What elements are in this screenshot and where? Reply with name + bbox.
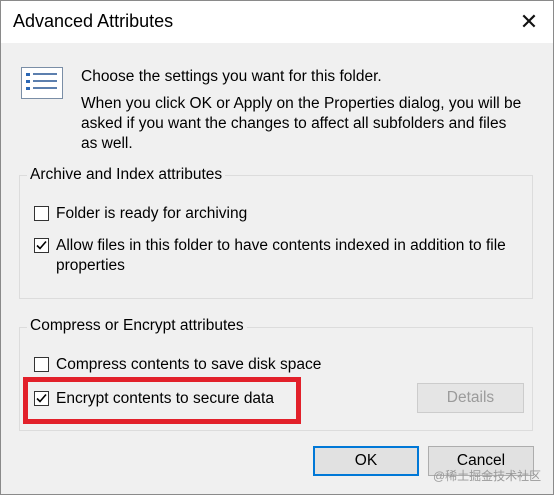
ok-button[interactable]: OK bbox=[313, 446, 419, 476]
checkmark-icon bbox=[36, 240, 47, 250]
intro-text-3: asked if you want the changes to affect … bbox=[81, 115, 507, 132]
watermark: @稀土掘金技术社区 bbox=[433, 469, 542, 483]
compress-encrypt-legend: Compress or Encrypt attributes bbox=[27, 316, 247, 336]
compress-label[interactable]: Compress contents to save disk space bbox=[56, 355, 321, 375]
details-button[interactable]: Details bbox=[417, 383, 524, 413]
indexing-label-line1[interactable]: Allow files in this folder to have conte… bbox=[56, 236, 506, 256]
intro-text-4: as well. bbox=[81, 135, 133, 152]
close-icon[interactable]: ✕ bbox=[509, 5, 549, 39]
dialog-title: Advanced Attributes bbox=[13, 11, 174, 31]
intro-text-2: When you click OK or Apply on the Proper… bbox=[81, 95, 522, 112]
attributes-list-icon bbox=[21, 67, 63, 99]
intro-text-1: Choose the settings you want for this fo… bbox=[81, 68, 382, 85]
archiving-label[interactable]: Folder is ready for archiving bbox=[56, 204, 247, 224]
indexing-label-line2[interactable]: properties bbox=[56, 256, 125, 276]
compress-checkbox[interactable] bbox=[34, 357, 49, 372]
archiving-checkbox[interactable] bbox=[34, 206, 49, 221]
indexing-checkbox[interactable] bbox=[34, 238, 49, 253]
advanced-attributes-dialog: Advanced Attributes ✕ Choose the setting… bbox=[0, 0, 554, 495]
encrypt-highlight-box bbox=[23, 377, 301, 424]
title-bar: Advanced Attributes ✕ bbox=[1, 1, 553, 43]
archive-index-legend: Archive and Index attributes bbox=[27, 165, 226, 185]
